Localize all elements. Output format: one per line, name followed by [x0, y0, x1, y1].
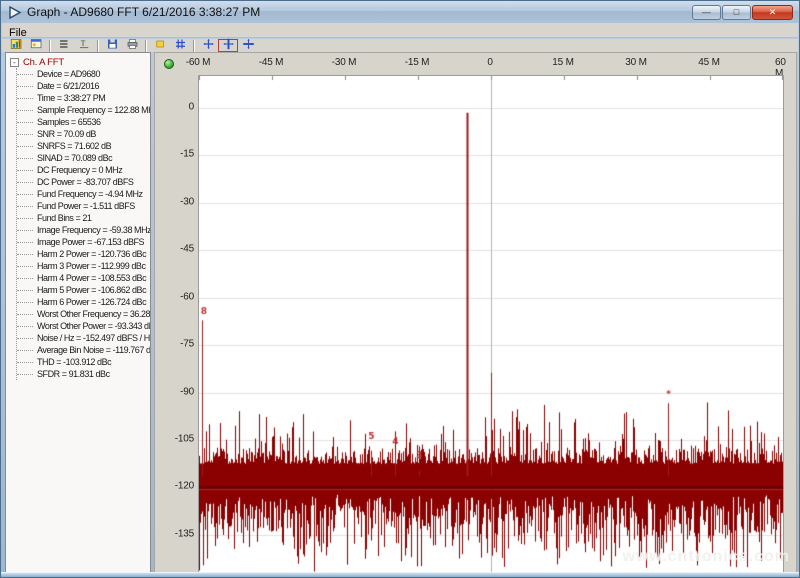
center-cursor-button[interactable] — [198, 39, 218, 52]
x-axis-tick-label: 45 M — [698, 57, 719, 68]
y-axis-tick-label: -75 — [164, 339, 194, 350]
toolbar-separator — [145, 40, 147, 52]
tree-item[interactable]: Image Power = -67.153 dBFS — [17, 236, 150, 248]
tree-item[interactable]: Worst Other Power = -93.343 dBFS — [17, 320, 150, 332]
tree-item[interactable]: DC Frequency = 0 MHz — [17, 164, 150, 176]
print-button[interactable] — [122, 39, 142, 52]
status-led-icon — [164, 59, 174, 69]
tree-item[interactable]: Harm 4 Power = -108.553 dBc — [17, 272, 150, 284]
tree-item[interactable]: Harm 6 Power = -126.724 dBc — [17, 296, 150, 308]
tree-item[interactable]: Samples = 65536 — [17, 116, 150, 128]
content-area: - Ch. A FFT Device = AD9680Date = 6/21/2… — [5, 52, 797, 573]
horizontal-cursor-button[interactable] — [238, 39, 258, 52]
tree-item[interactable]: Date = 6/21/2016 — [17, 80, 150, 92]
maximize-button[interactable]: □ — [722, 5, 751, 20]
titlebar[interactable]: Graph - AD9680 FFT 6/21/2016 3:38:27 PM … — [1, 1, 799, 23]
toolbar-separator — [97, 40, 99, 52]
tree-item[interactable]: Time = 3:38:27 PM — [17, 92, 150, 104]
chart-panel: -60 M-45 M-30 M-15 M015 M30 M45 M60 M 0-… — [154, 52, 797, 573]
y-axis-tick-label: -120 — [164, 481, 194, 492]
x-axis-tick-label: 15 M — [552, 57, 573, 68]
tree-collapse-icon[interactable]: - — [10, 58, 19, 67]
minimize-button[interactable]: — — [692, 5, 721, 20]
vertical-cursor-button[interactable] — [218, 39, 238, 52]
tree-item[interactable]: Fund Bins = 21 — [17, 212, 150, 224]
text-label-button[interactable]: T — [74, 39, 94, 52]
y-axis-tick-label: -135 — [164, 528, 194, 539]
tree-item[interactable]: SNR = 70.09 dB — [17, 128, 150, 140]
x-axis-tick-label: -45 M — [259, 57, 284, 68]
toolbar-separator — [193, 40, 195, 52]
y-axis-tick-label: -30 — [164, 196, 194, 207]
tree-item[interactable]: Harm 5 Power = -106.862 dBc — [17, 284, 150, 296]
tree-root-node[interactable]: - Ch. A FFT — [10, 56, 150, 68]
y-axis-tick-label: -90 — [164, 386, 194, 397]
toolbar: T — [2, 39, 798, 52]
legend-button[interactable] — [54, 39, 74, 52]
close-button[interactable]: ✕ — [752, 5, 793, 20]
tree-root-label: Ch. A FFT — [23, 57, 64, 68]
watermark: www.cntronics.com — [622, 548, 790, 566]
y-axis-tick-label: 0 — [164, 102, 194, 113]
y-axis-tick-label: -105 — [164, 434, 194, 445]
tree-item[interactable]: Image Frequency = -59.38 MHz — [17, 224, 150, 236]
new-analysis-button[interactable] — [6, 39, 26, 52]
measurement-tree-panel[interactable]: - Ch. A FFT Device = AD9680Date = 6/21/2… — [5, 52, 151, 573]
x-axis-tick-label: -60 M — [186, 57, 211, 68]
annotation-button[interactable] — [150, 39, 170, 52]
tree-item[interactable]: Device = AD9680 — [17, 68, 150, 80]
toolbar-separator — [49, 40, 51, 52]
x-axis-tick-label: 0 — [487, 57, 492, 68]
tree-item[interactable]: Sample Frequency = 122.88 MHz — [17, 104, 150, 116]
grid-toggle-button[interactable] — [170, 39, 190, 52]
tree-item[interactable]: Fund Frequency = -4.94 MHz — [17, 188, 150, 200]
window-bottom-border — [1, 572, 799, 577]
x-axis-tick-label: 30 M — [625, 57, 646, 68]
app-window: Graph - AD9680 FFT 6/21/2016 3:38:27 PM … — [0, 0, 800, 578]
y-axis-tick-label: -15 — [164, 149, 194, 160]
save-button[interactable] — [102, 39, 122, 52]
fft-plot[interactable] — [198, 75, 784, 573]
x-axis-tick-label: -15 M — [405, 57, 430, 68]
y-axis-tick-label: -60 — [164, 291, 194, 302]
tree-item[interactable]: Fund Power = -1.511 dBFS — [17, 200, 150, 212]
tree-item[interactable]: Noise / Hz = -152.497 dBFS / Hz — [17, 332, 150, 344]
app-icon — [8, 6, 23, 19]
tree-item[interactable]: Harm 2 Power = -120.736 dBc — [17, 248, 150, 260]
window-title: Graph - AD9680 FFT 6/21/2016 3:38:27 PM — [27, 5, 260, 19]
x-axis-tick-label: -30 M — [332, 57, 357, 68]
tree-item[interactable]: SNRFS = 71.602 dB — [17, 140, 150, 152]
y-axis-tick-label: -45 — [164, 244, 194, 255]
tree-item[interactable]: DC Power = -83.707 dBFS — [17, 176, 150, 188]
tree-item[interactable]: Average Bin Noise = -119.767 dBFS — [17, 344, 150, 356]
tree-item[interactable]: THD = -103.912 dBc — [17, 356, 150, 368]
tree-item[interactable]: SINAD = 70.089 dBc — [17, 152, 150, 164]
tree-item[interactable]: Harm 3 Power = -112.999 dBc — [17, 260, 150, 272]
tree-item[interactable]: SFDR = 91.831 dBc — [17, 368, 150, 380]
svg-text:T: T — [80, 38, 85, 47]
tree-item[interactable]: Worst Other Frequency = 36.28 MHz — [17, 308, 150, 320]
menubar: File — [2, 23, 798, 38]
copy-image-button[interactable] — [26, 39, 46, 52]
